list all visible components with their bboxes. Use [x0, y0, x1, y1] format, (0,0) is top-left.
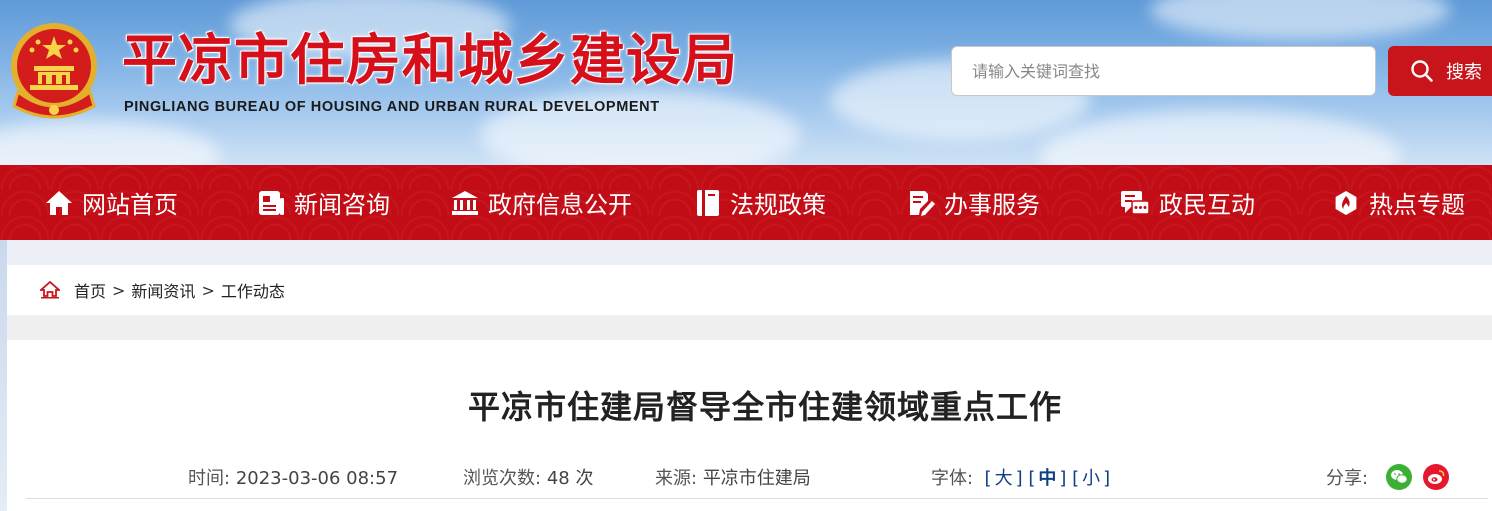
chat-icon: [1121, 190, 1150, 215]
government-building-icon: [452, 190, 478, 215]
search-button-label: 搜索: [1446, 62, 1482, 83]
nav-item-hot-topics[interactable]: 热点专题: [1331, 165, 1465, 240]
wechat-share-icon[interactable]: [1386, 464, 1412, 490]
breadcrumb-link-news[interactable]: 新闻资讯: [131, 278, 195, 302]
search-input[interactable]: [951, 46, 1376, 96]
cloud-decoration: [1040, 110, 1400, 165]
nav-item-label: 办事服务: [944, 191, 1040, 219]
nav-item-label: 法规政策: [730, 191, 826, 219]
cloud-decoration: [0, 120, 220, 165]
views-label: 浏览次数:: [463, 468, 542, 489]
nav-item-interaction[interactable]: 政民互动: [1119, 165, 1255, 240]
article-title: 平凉市住建局督导全市住建领域重点工作: [467, 388, 1062, 426]
source-value: 平凉市住建局: [702, 468, 811, 489]
weibo-share-icon[interactable]: [1423, 464, 1449, 490]
article-views: 浏览次数: 48 次: [463, 464, 593, 490]
font-size-control: 字体: [大] [中] [小]: [931, 468, 1111, 489]
meta-divider: [26, 498, 1488, 499]
nav-item-news[interactable]: 新闻咨询: [256, 165, 390, 240]
home-icon: [40, 281, 60, 299]
article-container: 平凉市住建局督导全市住建领域重点工作 时间: 2023-03-06 08:57 …: [7, 340, 1492, 511]
nav-item-label: 热点专题: [1369, 191, 1465, 219]
search-icon: [1411, 60, 1433, 82]
font-size-small[interactable]: 小: [1079, 468, 1103, 489]
time-value: 2023-03-06 08:57: [235, 468, 399, 489]
news-icon: [259, 190, 284, 215]
breadcrumb-separator: >: [201, 280, 215, 300]
wechat-icon: [1391, 470, 1408, 484]
nav-item-home[interactable]: 网站首页: [44, 165, 178, 240]
font-size-medium[interactable]: 中: [1035, 468, 1059, 489]
nav-item-label: 新闻咨询: [294, 191, 390, 219]
breadcrumb: 首页 > 新闻资讯 > 工作动态: [7, 265, 1492, 315]
site-header: 平凉市住房和城乡建设局 PINGLIANG BUREAU OF HOUSING …: [0, 0, 1492, 165]
edit-document-icon: [910, 190, 935, 216]
views-value: 48 次: [546, 468, 594, 489]
breadcrumb-link-work-updates[interactable]: 工作动态: [221, 278, 285, 302]
font-size-large[interactable]: 大: [992, 468, 1016, 489]
nav-item-gov-info[interactable]: 政府信息公开: [450, 165, 632, 240]
breadcrumb-separator: >: [112, 280, 126, 300]
national-emblem-icon: [11, 23, 97, 119]
hotspot-icon: [1335, 190, 1357, 215]
nav-item-regulations[interactable]: 法规政策: [694, 165, 826, 240]
article-time: 时间: 2023-03-06 08:57: [188, 464, 398, 490]
site-title: 平凉市住房和城乡建设局: [122, 28, 739, 92]
weibo-icon: [1428, 470, 1445, 484]
article-source: 来源: 平凉市住建局: [655, 464, 811, 490]
nav-item-label: 政民互动: [1159, 191, 1255, 219]
font-size-label: 字体:: [931, 468, 974, 489]
nav-item-services[interactable]: 办事服务: [906, 165, 1040, 240]
left-edge-strip: [0, 240, 7, 511]
search-button[interactable]: 搜索: [1388, 46, 1492, 96]
cloud-decoration: [1150, 0, 1450, 40]
nav-item-label: 网站首页: [82, 191, 178, 219]
book-icon: [697, 189, 719, 216]
home-icon: [46, 190, 72, 215]
share-label: 分享:: [1326, 468, 1369, 489]
time-label: 时间:: [188, 468, 231, 489]
nav-item-label: 政府信息公开: [488, 191, 632, 219]
main-nav: 网站首页 新闻咨询 政府信息公开 法规政策 办事服务 政民互动 热点专题: [0, 165, 1492, 240]
section-gap: [7, 315, 1492, 340]
breadcrumb-link-home[interactable]: 首页: [74, 278, 106, 302]
source-label: 来源:: [655, 468, 698, 489]
site-subtitle: PINGLIANG BUREAU OF HOUSING AND URBAN RU…: [124, 99, 660, 115]
